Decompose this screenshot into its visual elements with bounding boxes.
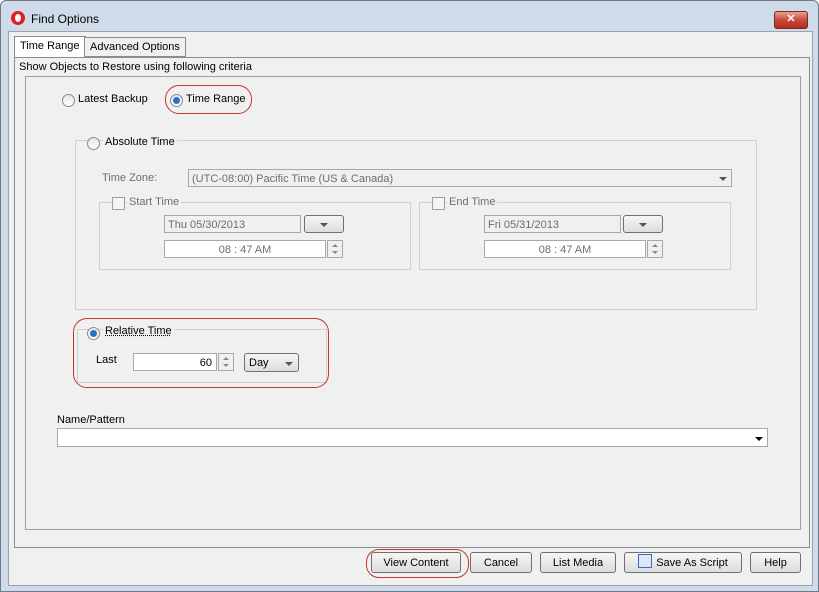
chevron-down-icon — [755, 437, 763, 441]
start-time-group — [99, 202, 411, 270]
cancel-button[interactable]: Cancel — [470, 552, 532, 573]
close-button[interactable]: ✕ — [774, 11, 808, 29]
app-logo-icon — [11, 11, 25, 25]
relative-time-label[interactable]: Relative Time — [103, 325, 174, 337]
end-date-field[interactable]: Fri 05/31/2013 — [484, 215, 621, 233]
end-time-checkbox[interactable] — [432, 197, 445, 210]
name-pattern-label: Name/Pattern — [57, 414, 125, 426]
title-bar[interactable]: Find Options ✕ — [1, 1, 818, 35]
start-time-checkbox[interactable] — [112, 197, 125, 210]
time-zone-label: Time Zone: — [102, 172, 158, 184]
latest-backup-label[interactable]: Latest Backup — [78, 93, 148, 105]
time-zone-select[interactable]: (UTC-08:00) Pacific Time (US & Canada) — [188, 169, 732, 187]
relative-value-field[interactable]: 60 — [133, 353, 217, 371]
dialog-body: Time Range Advanced Options Show Objects… — [8, 31, 813, 586]
time-range-radio[interactable] — [170, 94, 183, 107]
latest-backup-radio[interactable] — [62, 94, 75, 107]
relative-time-radio[interactable] — [87, 327, 100, 340]
help-button[interactable]: Help — [750, 552, 801, 573]
list-media-button[interactable]: List Media — [540, 552, 616, 573]
criteria-label: Show Objects to Restore using following … — [19, 61, 252, 73]
start-time-label: Start Time — [127, 196, 182, 208]
end-time-label: End Time — [447, 196, 498, 208]
script-icon — [638, 554, 653, 568]
chevron-down-icon — [719, 177, 727, 181]
start-time-field[interactable]: 08 : 47 AM — [164, 240, 326, 258]
name-pattern-input[interactable] — [57, 428, 768, 447]
relative-unit-value: Day — [249, 357, 269, 369]
absolute-time-radio[interactable] — [87, 137, 100, 150]
absolute-time-label[interactable]: Absolute Time — [103, 136, 177, 148]
time-zone-value: (UTC-08:00) Pacific Time (US & Canada) — [192, 173, 394, 185]
relative-value-spinner[interactable] — [218, 353, 234, 371]
end-time-group — [419, 202, 731, 270]
relative-unit-select[interactable]: Day — [244, 353, 299, 372]
end-time-field[interactable]: 08 : 47 AM — [484, 240, 646, 258]
start-date-field[interactable]: Thu 05/30/2013 — [164, 215, 301, 233]
find-options-window: Find Options ✕ Time Range Advanced Optio… — [0, 0, 819, 592]
tab-time-range[interactable]: Time Range — [14, 36, 86, 57]
start-date-dropdown-button[interactable] — [304, 215, 344, 233]
chevron-down-icon — [285, 362, 293, 366]
chevron-down-icon — [320, 223, 328, 227]
view-content-button[interactable]: View Content — [371, 552, 461, 573]
window-title: Find Options — [31, 12, 100, 26]
end-date-dropdown-button[interactable] — [623, 215, 663, 233]
save-as-script-button[interactable]: Save As Script — [624, 552, 742, 573]
save-as-script-label: Save As Script — [656, 557, 728, 569]
start-time-spinner[interactable] — [327, 240, 343, 258]
chevron-down-icon — [639, 223, 647, 227]
end-time-spinner[interactable] — [647, 240, 663, 258]
tab-advanced-options[interactable]: Advanced Options — [84, 37, 186, 57]
last-label: Last — [96, 354, 117, 366]
time-range-label[interactable]: Time Range — [186, 93, 246, 105]
